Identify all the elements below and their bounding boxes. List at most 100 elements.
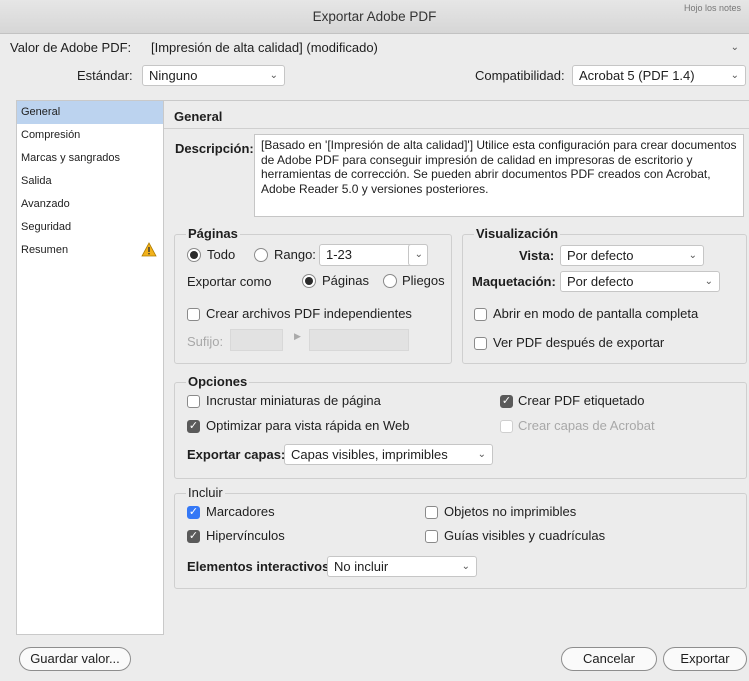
- sidebar-item-label: Seguridad: [21, 221, 72, 233]
- suffix-label: Sufijo:: [187, 334, 224, 349]
- fullscreen-label: Abrir en modo de pantalla completa: [493, 306, 699, 321]
- cancel-label: Cancelar: [582, 651, 636, 666]
- standard-value: Ninguno: [149, 68, 198, 83]
- save-preset-label: Guardar valor...: [30, 651, 120, 666]
- sidebar-item-security[interactable]: Seguridad: [17, 216, 163, 239]
- cancel-button[interactable]: Cancelar: [561, 647, 657, 671]
- hyperlinks-checkbox[interactable]: ✓: [187, 530, 200, 543]
- suffix-input[interactable]: [230, 329, 283, 351]
- chevron-down-icon: ⌄: [269, 70, 278, 81]
- sidebar-item-label: Marcas y sangrados: [21, 152, 121, 164]
- view-select[interactable]: Por defecto ⌄: [560, 245, 704, 266]
- interactive-select[interactable]: No incluir ⌄: [327, 556, 477, 577]
- sidebar: General Compresión Marcas y sangrados Sa…: [16, 100, 164, 635]
- export-label: Exportar: [680, 651, 730, 666]
- suffix-token-input[interactable]: [309, 329, 409, 351]
- chevron-down-icon: ⌄: [730, 42, 739, 53]
- preset-select[interactable]: [Impresión de alta calidad] (modificado)…: [145, 38, 745, 59]
- sidebar-item-advanced[interactable]: Avanzado: [17, 193, 163, 216]
- chevron-down-icon: ⌄: [704, 276, 713, 287]
- all-label: Todo: [207, 247, 236, 262]
- chevron-down-icon: ⌄: [688, 250, 697, 261]
- main-panel: General Descripción: [Basado en '[Impres…: [164, 100, 749, 635]
- separate-pdf-checkbox[interactable]: [187, 308, 200, 321]
- optimize-label: Optimizar para vista rápida en Web: [206, 418, 410, 433]
- description-box[interactable]: [Basado en '[Impresión de alta calidad]'…: [254, 134, 744, 217]
- layout-label: Maquetación:: [472, 274, 556, 289]
- tagged-pdf-checkbox[interactable]: ✓: [500, 395, 513, 408]
- include-title: Incluir: [186, 485, 225, 500]
- interactive-value: No incluir: [334, 559, 389, 574]
- pages-option-label: Páginas: [322, 273, 369, 288]
- compat-select[interactable]: Acrobat 5 (PDF 1.4) ⌄: [572, 65, 746, 86]
- layout-value: Por defecto: [567, 274, 634, 289]
- hyperlinks-label: Hipervínculos: [206, 528, 285, 543]
- range-dropdown-button[interactable]: ⌄: [408, 244, 428, 266]
- bookmarks-checkbox[interactable]: ✓: [187, 506, 200, 519]
- view-label: Vista:: [519, 248, 555, 263]
- spreads-label: Pliegos: [402, 273, 445, 288]
- export-button[interactable]: Exportar: [663, 647, 747, 671]
- sidebar-item-label: General: [21, 106, 61, 118]
- layout-select[interactable]: Por defecto ⌄: [560, 271, 720, 292]
- divider: [164, 128, 749, 129]
- sidebar-item-label: Resumen: [21, 244, 69, 256]
- chevron-down-icon: ⌄: [414, 249, 423, 260]
- standard-label: Estándar:: [77, 68, 133, 83]
- view-after-export-label: Ver PDF después de exportar: [493, 335, 665, 350]
- bookmarks-label: Marcadores: [206, 504, 275, 519]
- sidebar-item-general[interactable]: General: [17, 101, 163, 124]
- export-layers-select[interactable]: Capas visibles, imprimibles ⌄: [284, 444, 493, 465]
- sidebar-item-compression[interactable]: Compresión: [17, 124, 163, 147]
- standard-select[interactable]: Ninguno ⌄: [142, 65, 285, 86]
- export-layers-value: Capas visibles, imprimibles: [291, 447, 448, 462]
- radio-spreads[interactable]: [383, 274, 397, 288]
- warning-icon: [141, 242, 157, 266]
- acrobat-layers-label: Crear capas de Acrobat: [518, 418, 655, 433]
- sidebar-item-label: Avanzado: [21, 198, 70, 210]
- compat-label: Compatibilidad:: [475, 68, 565, 83]
- title-bar: Exportar Adobe PDF Hojo los notes: [0, 0, 749, 34]
- thumbnails-label: Incrustar miniaturas de página: [206, 393, 381, 408]
- radio-pages[interactable]: [302, 274, 316, 288]
- optimize-checkbox[interactable]: ✓: [187, 420, 200, 433]
- thumbnails-checkbox[interactable]: [187, 395, 200, 408]
- preset-value: [Impresión de alta calidad] (modificado): [151, 40, 378, 55]
- radio-all[interactable]: [187, 248, 201, 262]
- range-value: 1-23: [326, 247, 353, 262]
- description-label: Descripción:: [175, 141, 254, 156]
- chevron-down-icon: ⌄: [730, 70, 739, 81]
- sidebar-item-label: Compresión: [21, 129, 81, 141]
- sidebar-item-summary[interactable]: Resumen: [17, 239, 163, 262]
- view-after-export-checkbox[interactable]: [474, 337, 487, 350]
- options-title: Opciones: [186, 374, 250, 389]
- guides-label: Guías visibles y cuadrículas: [444, 528, 606, 543]
- description-text: [Basado en '[Impresión de alta calidad]'…: [261, 138, 737, 196]
- range-label: Rango:: [274, 247, 316, 262]
- separate-pdf-label: Crear archivos PDF independientes: [206, 306, 412, 321]
- nonprinting-checkbox[interactable]: [425, 506, 438, 519]
- acrobat-layers-checkbox[interactable]: [500, 420, 513, 433]
- sidebar-item-label: Salida: [21, 175, 52, 187]
- sidebar-item-output[interactable]: Salida: [17, 170, 163, 193]
- nonprinting-label: Objetos no imprimibles: [444, 504, 577, 519]
- compat-value: Acrobat 5 (PDF 1.4): [579, 68, 695, 83]
- pages-title: Páginas: [186, 226, 240, 241]
- preset-label: Valor de Adobe PDF:: [10, 40, 132, 55]
- chevron-down-icon: ⌄: [477, 449, 486, 460]
- export-as-label: Exportar como: [187, 274, 272, 289]
- corner-text: Hojo los notes: [683, 3, 741, 13]
- tagged-pdf-label: Crear PDF etiquetado: [518, 393, 645, 408]
- chevron-right-icon: ▶: [294, 331, 301, 341]
- radio-range[interactable]: [254, 248, 268, 262]
- guides-checkbox[interactable]: [425, 530, 438, 543]
- view-value: Por defecto: [567, 248, 634, 263]
- fullscreen-checkbox[interactable]: [474, 308, 487, 321]
- section-title: General: [174, 109, 223, 124]
- window-title: Exportar Adobe PDF: [312, 9, 437, 24]
- view-title: Visualización: [474, 226, 561, 241]
- export-layers-label: Exportar capas:: [187, 447, 286, 462]
- chevron-down-icon: ⌄: [461, 561, 470, 572]
- save-preset-button[interactable]: Guardar valor...: [19, 647, 131, 671]
- sidebar-item-marks-bleeds[interactable]: Marcas y sangrados: [17, 147, 163, 170]
